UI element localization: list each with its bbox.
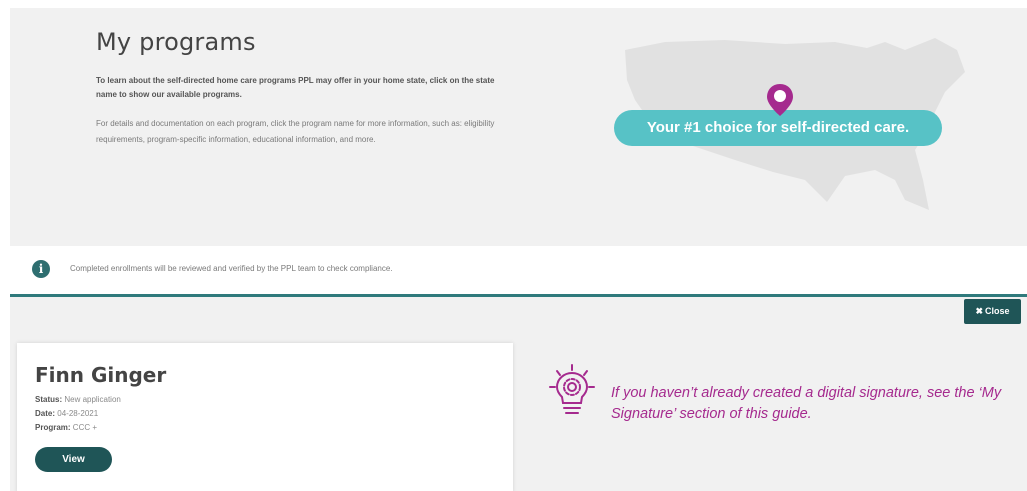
date-value: 04-28-2021 bbox=[57, 409, 99, 418]
participant-name: Finn Ginger bbox=[35, 363, 167, 387]
close-icon: ✖ bbox=[975, 306, 984, 316]
page-title: My programs bbox=[96, 28, 256, 56]
program-label: Program: bbox=[35, 423, 71, 432]
date-field: Date: 04-28-2021 bbox=[35, 409, 98, 418]
status-field: Status: New application bbox=[35, 395, 121, 404]
location-pin-icon bbox=[767, 84, 793, 116]
lightbulb-gear-icon bbox=[549, 364, 595, 414]
programs-header: My programs To learn about the self-dire… bbox=[10, 8, 1027, 248]
date-label: Date: bbox=[35, 409, 56, 418]
compliance-notice: i Completed enrollments will be reviewed… bbox=[10, 246, 1027, 297]
intro-text: To learn about the self-directed home ca… bbox=[96, 76, 495, 99]
info-icon: i bbox=[32, 260, 50, 278]
close-button[interactable]: ✖ Close bbox=[964, 299, 1021, 324]
close-button-label: Close bbox=[985, 306, 1010, 316]
status-value: New application bbox=[64, 395, 121, 404]
enrollment-card: Finn Ginger Status: New application Date… bbox=[17, 343, 513, 491]
view-button[interactable]: View bbox=[35, 447, 112, 472]
notice-text: Completed enrollments will be reviewed a… bbox=[70, 264, 393, 273]
signature-tip: If you haven’t already created a digital… bbox=[540, 353, 1027, 443]
tip-text: If you haven’t already created a digital… bbox=[611, 385, 1002, 422]
program-field: Program: CCC + bbox=[35, 423, 97, 432]
page-frame: My programs To learn about the self-dire… bbox=[10, 8, 1027, 491]
status-label: Status: bbox=[35, 395, 63, 404]
program-value: CCC + bbox=[72, 423, 98, 432]
details-text: For details and documentation on each pr… bbox=[96, 119, 495, 144]
